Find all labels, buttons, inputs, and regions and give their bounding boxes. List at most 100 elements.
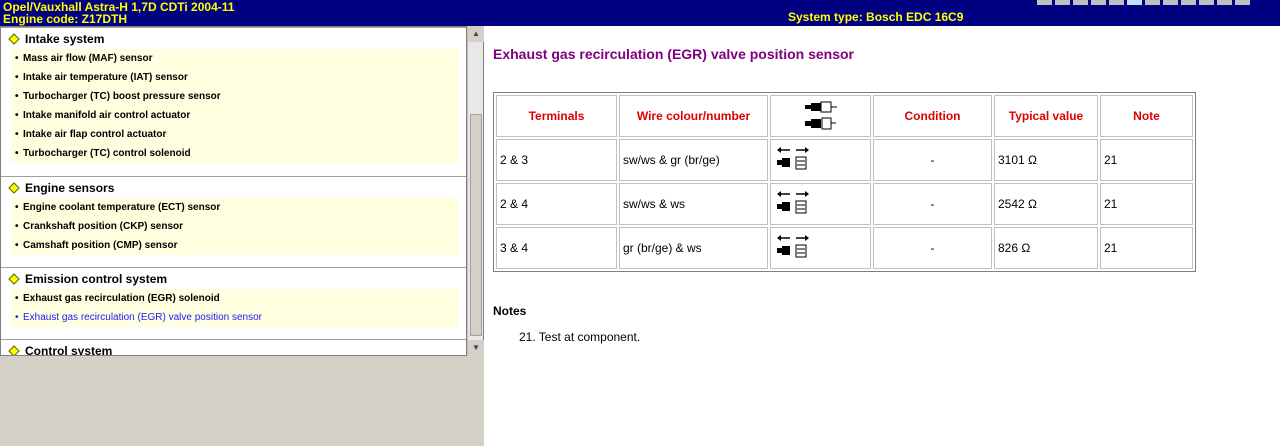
list-item[interactable]: • Turbocharger (TC) boost pressure sensor — [11, 87, 458, 106]
engine-code: Engine code: Z17DTH — [3, 12, 128, 26]
table-header-row: Terminals Wire colour/number Condition T… — [496, 95, 1193, 137]
yellow-diamond-icon — [8, 272, 20, 285]
list-item[interactable]: • Turbocharger (TC) control solenoid — [11, 144, 458, 163]
item-label: Intake air temperature (IAT) sensor — [23, 72, 188, 83]
connector-icon — [777, 191, 809, 214]
note-item: 21. Test at component. — [519, 330, 641, 344]
item-label: Camshaft position (CMP) sensor — [23, 240, 178, 251]
section-title: Intake system — [25, 31, 105, 46]
cell-value: 826 Ω — [994, 227, 1098, 269]
scroll-down-arrow-icon[interactable]: ▼ — [468, 340, 484, 356]
header-note: Note — [1100, 95, 1193, 137]
header-condition: Condition — [873, 95, 992, 137]
table-row: 2 & 3 sw/ws & gr (br/ge) - 3101 Ω 21 — [496, 139, 1193, 181]
header-connector-cell — [770, 95, 871, 137]
toolbar-button[interactable] — [1109, 0, 1124, 5]
yellow-diamond-icon — [8, 181, 20, 194]
header-terminals: Terminals — [496, 95, 617, 137]
section-header[interactable]: Emission control system — [1, 267, 466, 289]
page-title: Exhaust gas recirculation (EGR) valve po… — [493, 46, 854, 62]
list-item[interactable]: • Camshaft position (CMP) sensor — [11, 236, 458, 255]
cell-wire: gr (br/ge) & ws — [619, 227, 768, 269]
list-item[interactable]: • Mass air flow (MAF) sensor — [11, 49, 458, 68]
yellow-diamond-icon — [8, 344, 20, 355]
yellow-diamond-icon — [8, 32, 20, 45]
cell-note: 21 — [1100, 227, 1193, 269]
navigation-pane: Intake system • Mass air flow (MAF) senso… — [0, 26, 484, 446]
component-tree: Intake system • Mass air flow (MAF) senso… — [0, 26, 467, 356]
section-title: Control system — [25, 343, 113, 356]
section-title: Emission control system — [25, 271, 168, 286]
toolbar-button[interactable] — [1055, 0, 1070, 5]
toolbar-button[interactable] — [1235, 0, 1250, 5]
tree-scrollbar[interactable]: ▲ ▼ — [467, 26, 484, 356]
list-item[interactable]: • Intake air temperature (IAT) sensor — [11, 68, 458, 87]
list-item[interactable]: • Intake manifold air control actuator — [11, 106, 458, 125]
section-intake-system: Intake system • Mass air flow (MAF) senso… — [1, 27, 466, 163]
cell-value: 3101 Ω — [994, 139, 1098, 181]
toolbar-button[interactable] — [1091, 0, 1106, 5]
cell-connector — [770, 227, 871, 269]
list-item[interactable]: • Engine coolant temperature (ECT) sensor — [11, 198, 458, 217]
list-item[interactable]: • Intake air flap control actuator — [11, 125, 458, 144]
item-label: Intake air flap control actuator — [23, 129, 167, 140]
toolbar-button[interactable] — [1163, 0, 1178, 5]
connector-icon — [777, 235, 809, 258]
cell-note: 21 — [1100, 183, 1193, 225]
cell-connector — [770, 139, 871, 181]
section-emission-control: Emission control system • Exhaust gas rec… — [1, 267, 466, 327]
item-label: Crankshaft position (CKP) sensor — [23, 221, 184, 232]
toolbar-strip — [1037, 0, 1250, 5]
item-label: Mass air flow (MAF) sensor — [23, 53, 153, 64]
empty-panel — [0, 356, 484, 446]
measurement-table: Terminals Wire colour/number Condition T… — [493, 92, 1196, 272]
section-title: Engine sensors — [25, 180, 115, 195]
item-label: Exhaust gas recirculation (EGR) valve po… — [23, 312, 262, 323]
cell-wire: sw/ws & gr (br/ge) — [619, 139, 768, 181]
section-control-system: Control system — [1, 339, 466, 356]
list-item-active[interactable]: • Exhaust gas recirculation (EGR) valve p… — [11, 308, 458, 327]
cell-terminals: 2 & 3 — [496, 139, 617, 181]
table-row: 3 & 4 gr (br/ge) & ws - 826 Ω 21 — [496, 227, 1193, 269]
section-items: • Mass air flow (MAF) sensor • Intake air … — [11, 49, 458, 163]
cell-condition: - — [873, 183, 992, 225]
section-engine-sensors: Engine sensors • Engine coolant temperatu… — [1, 176, 466, 255]
cell-note: 21 — [1100, 139, 1193, 181]
cell-condition: - — [873, 227, 992, 269]
list-item[interactable]: • Crankshaft position (CKP) sensor — [11, 217, 458, 236]
section-header[interactable]: Control system — [1, 339, 466, 356]
header-wire-colour: Wire colour/number — [619, 95, 768, 137]
item-label: Turbocharger (TC) boost pressure sensor — [23, 91, 221, 102]
section-items: • Engine coolant temperature (ECT) sensor… — [11, 198, 458, 255]
title-bar: Opel/Vauxhall Astra-H 1,7D CDTi 2004-11 … — [0, 0, 1280, 26]
scroll-up-arrow-icon[interactable]: ▲ — [468, 26, 484, 42]
table-row: 2 & 4 sw/ws & ws - 2542 Ω 21 — [496, 183, 1193, 225]
toolbar-button[interactable] — [1181, 0, 1196, 5]
cell-terminals: 3 & 4 — [496, 227, 617, 269]
list-item[interactable]: • Exhaust gas recirculation (EGR) solenoi… — [11, 289, 458, 308]
system-type: System type: Bosch EDC 16C9 — [788, 10, 964, 24]
toolbar-button[interactable] — [1217, 0, 1232, 5]
section-header[interactable]: Intake system — [1, 27, 466, 49]
item-label: Turbocharger (TC) control solenoid — [23, 148, 191, 159]
connector-icon — [777, 147, 809, 170]
cell-connector — [770, 183, 871, 225]
cell-condition: - — [873, 139, 992, 181]
header-typical-value: Typical value — [994, 95, 1098, 137]
cell-value: 2542 Ω — [994, 183, 1098, 225]
content-pane: Exhaust gas recirculation (EGR) valve po… — [485, 26, 1280, 446]
toolbar-button[interactable] — [1199, 0, 1214, 5]
cell-terminals: 2 & 4 — [496, 183, 617, 225]
scroll-thumb[interactable] — [470, 114, 482, 336]
section-header[interactable]: Engine sensors — [1, 176, 466, 198]
item-label: Engine coolant temperature (ECT) sensor — [23, 202, 221, 213]
toolbar-button[interactable] — [1127, 0, 1142, 5]
item-label: Intake manifold air control actuator — [23, 110, 191, 121]
cell-wire: sw/ws & ws — [619, 183, 768, 225]
toolbar-button[interactable] — [1145, 0, 1160, 5]
toolbar-button[interactable] — [1037, 0, 1052, 5]
section-items: • Exhaust gas recirculation (EGR) solenoi… — [11, 289, 458, 327]
toolbar-button[interactable] — [1073, 0, 1088, 5]
notes-heading: Notes — [493, 304, 527, 318]
connector-icon — [804, 101, 837, 130]
